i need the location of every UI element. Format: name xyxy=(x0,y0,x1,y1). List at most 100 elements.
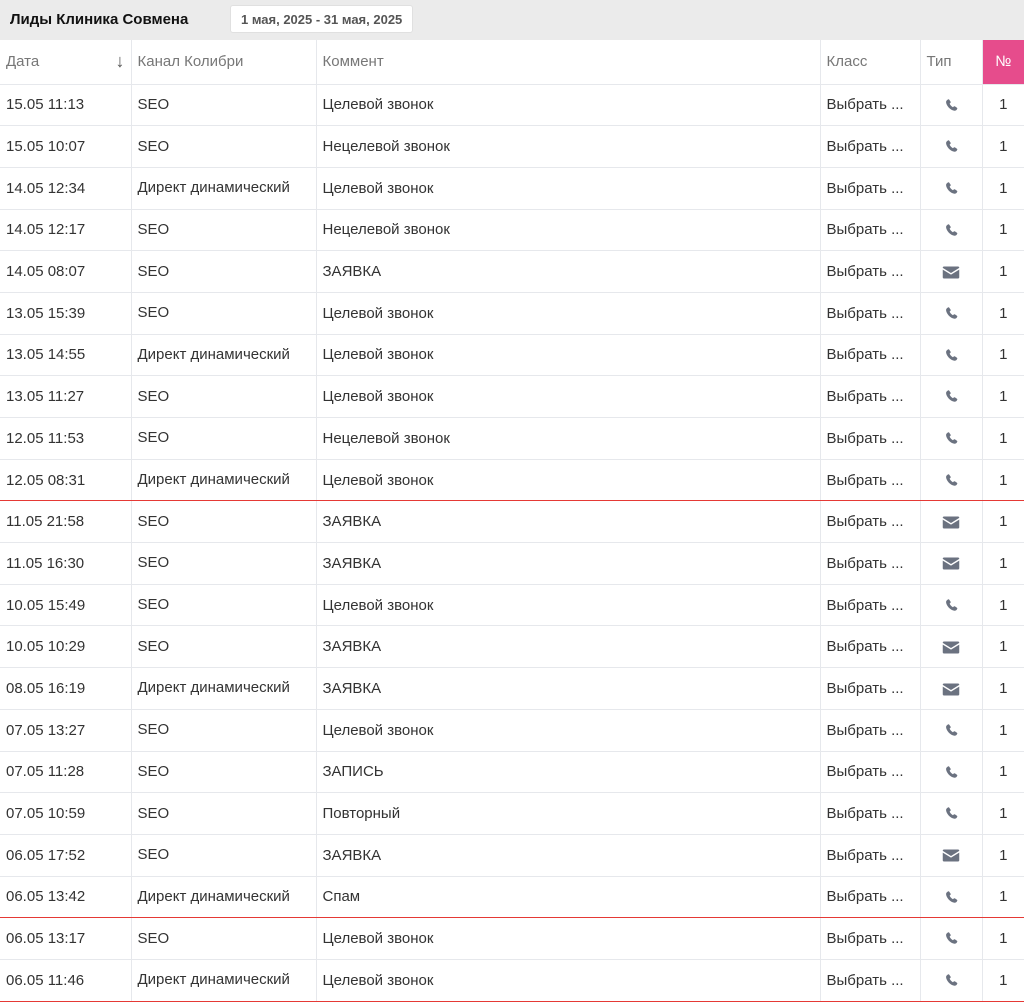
class-select[interactable]: Выбрать ... xyxy=(819,84,920,127)
class-select[interactable]: Выбрать ... xyxy=(819,584,920,627)
table-row[interactable]: 12.05 11:53 SEO Нецелевой звонок Выбрать ..… xyxy=(0,417,1024,460)
cell-date: 06.05 13:42 xyxy=(0,875,131,919)
table-row[interactable]: 08.05 16:19 Директ динамический ЗАЯВКА Выбр… xyxy=(0,667,1024,710)
cell-number: 1 xyxy=(981,584,1024,627)
column-header-type[interactable]: Тип xyxy=(919,40,982,85)
table-row[interactable]: 12.05 08:31 Директ динамический Целевой зв… xyxy=(0,458,1024,502)
table-row[interactable]: 15.05 11:13 SEO Целевой звонок Выбрать ... 1 xyxy=(0,84,1024,127)
column-header-comment[interactable]: Коммент xyxy=(315,40,820,85)
cell-comment[interactable]: ЗАЯВКА xyxy=(315,250,820,293)
table-row[interactable]: 11.05 21:58 SEO ЗАЯВКА Выбрать ... 1 xyxy=(0,500,1024,544)
cell-number: 1 xyxy=(981,875,1024,919)
cell-comment[interactable]: ЗАЯВКА xyxy=(315,625,820,669)
class-select[interactable]: Выбрать ... xyxy=(819,792,920,835)
cell-channel: SEO xyxy=(130,292,316,335)
cell-comment[interactable]: Целевой звонок xyxy=(315,292,820,335)
cell-comment[interactable]: ЗАЯВКА xyxy=(315,542,820,585)
table-row[interactable]: 13.05 11:27 SEO Целевой звонок Выбрать ... 1 xyxy=(0,375,1024,418)
cell-comment[interactable]: Целевой звонок xyxy=(315,958,820,1002)
column-header-class[interactable]: Класс xyxy=(819,40,920,85)
cell-date: 13.05 14:55 xyxy=(0,334,131,377)
class-select[interactable]: Выбрать ... xyxy=(819,167,920,210)
class-select[interactable]: Выбрать ... xyxy=(819,917,920,960)
class-select[interactable]: Выбрать ... xyxy=(819,625,920,669)
table-row[interactable]: 07.05 10:59 SEO Повторный Выбрать ... 1 xyxy=(0,792,1024,835)
class-select[interactable]: Выбрать ... xyxy=(819,667,920,710)
cell-comment[interactable]: Целевой звонок xyxy=(315,917,820,960)
cell-channel: SEO xyxy=(130,125,316,168)
class-select[interactable]: Выбрать ... xyxy=(819,375,920,418)
table-row[interactable]: 06.05 11:46 Директ динамический Целевой зв… xyxy=(0,958,1024,1002)
table-row[interactable]: 07.05 11:28 SEO ЗАПИСЬ Выбрать ... 1 xyxy=(0,751,1024,794)
cell-channel: SEO xyxy=(130,751,316,794)
table-row[interactable]: 10.05 10:29 SEO ЗАЯВКА Выбрать ... 1 xyxy=(0,625,1024,669)
cell-date: 06.05 13:17 xyxy=(0,917,131,960)
cell-date: 10.05 10:29 xyxy=(0,625,131,669)
cell-comment[interactable]: Целевой звонок xyxy=(315,167,820,210)
table-row[interactable]: 06.05 17:52 SEO ЗАЯВКА Выбрать ... 1 xyxy=(0,834,1024,877)
cell-comment[interactable]: ЗАЯВКА xyxy=(315,834,820,877)
class-select[interactable]: Выбрать ... xyxy=(819,458,920,502)
cell-comment[interactable]: Целевой звонок xyxy=(315,375,820,418)
cell-type xyxy=(919,625,982,669)
cell-comment[interactable]: Спам xyxy=(315,875,820,919)
column-header-date[interactable]: Дата ↓ xyxy=(0,40,131,85)
cell-number: 1 xyxy=(981,917,1024,960)
cell-type xyxy=(919,417,982,460)
table-row[interactable]: 14.05 12:34 Директ динамический Целевой зв… xyxy=(0,167,1024,210)
column-header-number[interactable]: № xyxy=(981,40,1024,85)
class-select[interactable]: Выбрать ... xyxy=(819,125,920,168)
cell-type xyxy=(919,917,982,960)
cell-comment[interactable]: Целевой звонок xyxy=(315,458,820,502)
cell-type xyxy=(919,125,982,168)
cell-channel: SEO xyxy=(130,625,316,669)
table-row[interactable]: 06.05 13:42 Директ динамический Спам Выбрат… xyxy=(0,875,1024,919)
cell-channel: Директ динамический xyxy=(130,958,316,1002)
table-row[interactable]: 14.05 12:17 SEO Нецелевой звонок Выбрать ..… xyxy=(0,209,1024,252)
class-select[interactable]: Выбрать ... xyxy=(819,834,920,877)
table-row[interactable]: 06.05 13:17 SEO Целевой звонок Выбрать ... 1 xyxy=(0,917,1024,960)
cell-comment[interactable]: Целевой звонок xyxy=(315,84,820,127)
class-select[interactable]: Выбрать ... xyxy=(819,542,920,585)
cell-comment[interactable]: Целевой звонок xyxy=(315,584,820,627)
cell-date: 06.05 17:52 xyxy=(0,834,131,877)
class-select[interactable]: Выбрать ... xyxy=(819,875,920,919)
cell-channel: SEO xyxy=(130,542,316,585)
column-header-channel[interactable]: Канал Колибри xyxy=(130,40,316,85)
class-select[interactable]: Выбрать ... xyxy=(819,500,920,544)
class-select[interactable]: Выбрать ... xyxy=(819,334,920,377)
sort-arrow-icon[interactable]: ↓ xyxy=(116,51,125,72)
cell-comment[interactable]: Повторный xyxy=(315,792,820,835)
date-range-picker[interactable]: 1 мая, 2025 - 31 мая, 2025 xyxy=(230,5,414,33)
table-row[interactable]: 11.05 16:30 SEO ЗАЯВКА Выбрать ... 1 xyxy=(0,542,1024,585)
cell-channel: SEO xyxy=(130,209,316,252)
cell-comment[interactable]: ЗАПИСЬ xyxy=(315,751,820,794)
class-select[interactable]: Выбрать ... xyxy=(819,709,920,752)
table-row[interactable]: 07.05 13:27 SEO Целевой звонок Выбрать ... 1 xyxy=(0,709,1024,752)
cell-comment[interactable]: Целевой звонок xyxy=(315,709,820,752)
mail-icon xyxy=(942,557,960,570)
mail-icon xyxy=(942,849,960,862)
cell-comment[interactable]: ЗАЯВКА xyxy=(315,500,820,544)
class-select[interactable]: Выбрать ... xyxy=(819,417,920,460)
table-row[interactable]: 13.05 14:55 Директ динамический Целевой зв… xyxy=(0,334,1024,377)
cell-number: 1 xyxy=(981,125,1024,168)
cell-type xyxy=(919,167,982,210)
class-select[interactable]: Выбрать ... xyxy=(819,292,920,335)
cell-channel: SEO xyxy=(130,84,316,127)
class-select[interactable]: Выбрать ... xyxy=(819,250,920,293)
table-row[interactable]: 14.05 08:07 SEO ЗАЯВКА Выбрать ... 1 xyxy=(0,250,1024,293)
phone-icon xyxy=(944,347,959,364)
cell-date: 14.05 08:07 xyxy=(0,250,131,293)
table-row[interactable]: 13.05 15:39 SEO Целевой звонок Выбрать ... 1 xyxy=(0,292,1024,335)
class-select[interactable]: Выбрать ... xyxy=(819,209,920,252)
table-row[interactable]: 10.05 15:49 SEO Целевой звонок Выбрать ... 1 xyxy=(0,584,1024,627)
class-select[interactable]: Выбрать ... xyxy=(819,958,920,1002)
cell-comment[interactable]: Нецелевой звонок xyxy=(315,209,820,252)
class-select[interactable]: Выбрать ... xyxy=(819,751,920,794)
table-row[interactable]: 15.05 10:07 SEO Нецелевой звонок Выбрать ..… xyxy=(0,125,1024,168)
cell-comment[interactable]: Нецелевой звонок xyxy=(315,125,820,168)
cell-comment[interactable]: Целевой звонок xyxy=(315,334,820,377)
cell-comment[interactable]: Нецелевой звонок xyxy=(315,417,820,460)
cell-comment[interactable]: ЗАЯВКА xyxy=(315,667,820,710)
